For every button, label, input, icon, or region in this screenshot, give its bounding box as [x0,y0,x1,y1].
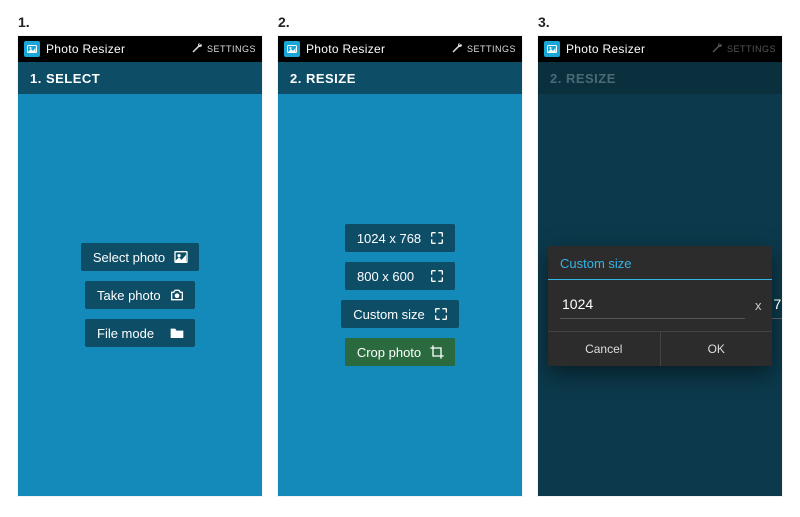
custom-size-dialog: Custom size x Cancel OK [548,246,772,366]
image-icon [173,249,189,265]
take-photo-button[interactable]: Take photo [85,281,195,309]
settings-label: SETTINGS [727,44,776,54]
custom-size-button[interactable]: Custom size [341,300,459,328]
cancel-button[interactable]: Cancel [548,332,660,366]
file-mode-button[interactable]: File mode [85,319,195,347]
three-up-row: 1. Photo Resizer SETTINGS 1. SELECT Sele… [0,0,800,510]
expand-icon [433,306,449,322]
app-title: Photo Resizer [46,42,191,56]
size-800-label: 800 x 600 [357,269,414,284]
dialog-actions: Cancel OK [548,331,772,366]
file-mode-label: File mode [97,326,154,341]
wrench-icon [191,42,203,56]
step-header: 2. RESIZE [278,62,522,94]
statusbar: Photo Resizer SETTINGS [538,36,782,62]
settings-button[interactable]: SETTINGS [451,42,516,56]
take-photo-label: Take photo [97,288,161,303]
column-1: 1. Photo Resizer SETTINGS 1. SELECT Sele… [18,14,262,496]
select-photo-button[interactable]: Select photo [81,243,199,271]
select-photo-label: Select photo [93,250,165,265]
size-800-button[interactable]: 800 x 600 [345,262,455,290]
settings-button: SETTINGS [711,42,776,56]
width-input[interactable] [560,292,745,319]
dialog-title: Custom size [548,246,772,279]
app-title: Photo Resizer [566,42,711,56]
app-icon [544,41,560,57]
phone-3: Photo Resizer SETTINGS 2. RESIZE Custom … [538,36,782,496]
statusbar: Photo Resizer SETTINGS [18,36,262,62]
phone-2: Photo Resizer SETTINGS 2. RESIZE 1024 x … [278,36,522,496]
settings-label: SETTINGS [467,44,516,54]
step-number-1: 1. [18,14,262,30]
folder-icon [169,325,185,341]
step-number-2: 2. [278,14,522,30]
wrench-icon [711,42,723,56]
settings-button[interactable]: SETTINGS [191,42,256,56]
app-icon [24,41,40,57]
crop-photo-label: Crop photo [357,345,421,360]
content-area: 1024 x 768 800 x 600 Custom size Crop ph… [278,94,522,496]
height-input[interactable] [772,292,783,319]
column-2: 2. Photo Resizer SETTINGS 2. RESIZE 1024… [278,14,522,496]
step-header: 1. SELECT [18,62,262,94]
ok-button[interactable]: OK [660,332,773,366]
camera-icon [169,287,185,303]
column-3: 3. Photo Resizer SETTINGS 2. RESIZE Cust… [538,14,782,496]
app-icon [284,41,300,57]
size-1024-button[interactable]: 1024 x 768 [345,224,455,252]
settings-label: SETTINGS [207,44,256,54]
expand-icon [429,230,445,246]
expand-icon [429,268,445,284]
size-1024-label: 1024 x 768 [357,231,421,246]
custom-size-label: Custom size [353,307,425,322]
crop-photo-button[interactable]: Crop photo [345,338,455,366]
statusbar: Photo Resizer SETTINGS [278,36,522,62]
step-number-3: 3. [538,14,782,30]
crop-icon [429,344,445,360]
dimension-separator: x [755,298,762,313]
dialog-body: x [548,288,772,331]
step-header: 2. RESIZE [538,62,782,94]
wrench-icon [451,42,463,56]
content-area: Select photo Take photo File mode [18,94,262,496]
phone-1: Photo Resizer SETTINGS 1. SELECT Select … [18,36,262,496]
dialog-separator [548,279,772,280]
app-title: Photo Resizer [306,42,451,56]
